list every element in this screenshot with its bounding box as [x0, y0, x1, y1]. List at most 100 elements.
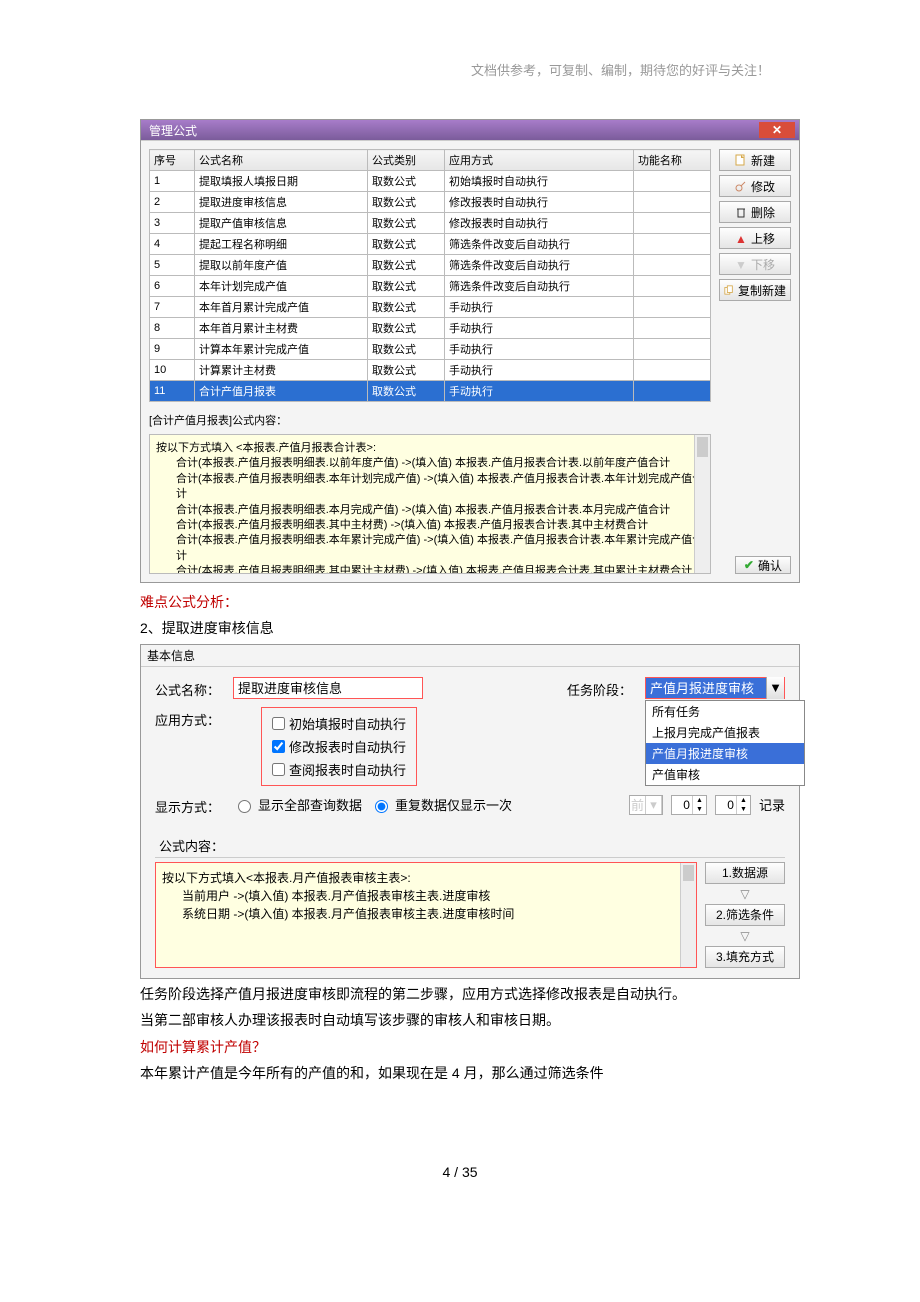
table-cell: 取数公式	[367, 192, 444, 213]
table-cell	[633, 171, 710, 192]
table-cell: 提取填报人填报日期	[195, 171, 368, 192]
combo-option[interactable]: 上报月完成产值报表	[646, 722, 804, 743]
table-row[interactable]: 3提取产值审核信息取数公式修改报表时自动执行	[150, 213, 711, 234]
table-cell: 1	[150, 171, 195, 192]
table-row[interactable]: 7本年首月累计完成产值取数公式手动执行	[150, 297, 711, 318]
table-cell: 3	[150, 213, 195, 234]
scrollbar[interactable]	[680, 863, 696, 967]
table-cell: 手动执行	[445, 339, 634, 360]
checkbox[interactable]	[272, 740, 285, 753]
table-cell: 手动执行	[445, 297, 634, 318]
arrow-down-icon: ▽	[740, 930, 749, 942]
table-cell: 本年首月累计完成产值	[195, 297, 368, 318]
table-row[interactable]: 2提取进度审核信息取数公式修改报表时自动执行	[150, 192, 711, 213]
detail-intro: 按以下方式填入 <本报表.产值月报表合计表>:	[156, 441, 704, 456]
table-cell	[633, 213, 710, 234]
apply-mode-check[interactable]: 查阅报表时自动执行	[272, 758, 406, 781]
apply-mode-check[interactable]: 修改报表时自动执行	[272, 735, 406, 758]
prefix-label: 前	[630, 796, 646, 814]
manage-formula-window: 管理公式 ✕ 序号公式名称公式类别应用方式功能名称 1提取填报人填报日期取数公式…	[140, 119, 800, 583]
filter-label: 2.筛选条件	[716, 906, 774, 923]
calc-body: 本年累计产值是今年所有的产值的和，如果现在是 4 月，那么通过筛选条件	[140, 1062, 780, 1084]
formula-name-input[interactable]	[233, 677, 423, 699]
checkbox[interactable]	[272, 717, 285, 730]
table-cell: 5	[150, 255, 195, 276]
page-footer: 4 / 35	[140, 1164, 780, 1180]
combo-option[interactable]: 产值月报进度审核	[646, 743, 804, 764]
up-label: 上移	[751, 230, 775, 247]
column-header[interactable]: 序号	[150, 150, 195, 171]
table-cell: 提取进度审核信息	[195, 192, 368, 213]
move-up-button[interactable]: ▲ 上移	[719, 227, 791, 249]
copy-icon	[724, 284, 734, 296]
table-cell: 取数公式	[367, 171, 444, 192]
scrollbar[interactable]	[694, 435, 710, 573]
combo-option[interactable]: 所有任务	[646, 701, 804, 722]
table-row[interactable]: 11合计产值月报表取数公式手动执行	[150, 381, 711, 402]
up-icon[interactable]: ▲	[693, 796, 706, 805]
table-row[interactable]: 10计算累计主材费取数公式手动执行	[150, 360, 711, 381]
radio2-label: 重复数据仅显示一次	[395, 795, 512, 814]
new-button[interactable]: 新建	[719, 149, 791, 171]
table-cell	[633, 381, 710, 402]
chevron-down-icon[interactable]: ▼	[766, 677, 784, 699]
table-cell: 9	[150, 339, 195, 360]
fill-mode-button[interactable]: 3.填充方式	[705, 946, 785, 968]
display-all-radio[interactable]: 显示全部查询数据	[233, 795, 362, 814]
record-suffix: 记录	[759, 795, 785, 814]
panel-title: 基本信息	[141, 645, 799, 667]
data-source-button[interactable]: 1.数据源	[705, 862, 785, 884]
table-cell: 本年计划完成产值	[195, 276, 368, 297]
edit-button[interactable]: 修改	[719, 175, 791, 197]
table-cell	[633, 276, 710, 297]
delete-button[interactable]: 删除	[719, 201, 791, 223]
table-row[interactable]: 6本年计划完成产值取数公式筛选条件改变后自动执行	[150, 276, 711, 297]
table-cell: 计算累计主材费	[195, 360, 368, 381]
table-cell	[633, 318, 710, 339]
down-icon[interactable]: ▼	[693, 805, 706, 814]
down-icon[interactable]: ▼	[737, 805, 750, 814]
table-row[interactable]: 4提起工程名称明细取数公式筛选条件改变后自动执行	[150, 234, 711, 255]
table-row[interactable]: 5提取以前年度产值取数公式筛选条件改变后自动执行	[150, 255, 711, 276]
table-cell: 取数公式	[367, 339, 444, 360]
prefix-spinner[interactable]: 前 ▾	[629, 795, 663, 815]
close-icon[interactable]: ✕	[759, 122, 795, 138]
new-icon	[735, 154, 747, 166]
checkbox-label: 修改报表时自动执行	[289, 737, 406, 756]
arrow-down-icon: ▽	[740, 888, 749, 900]
table-cell	[633, 192, 710, 213]
table-row[interactable]: 1提取填报人填报日期取数公式初始填报时自动执行	[150, 171, 711, 192]
basic-info-panel: 基本信息 公式名称： 任务阶段： 产值月报进度审核 ▼ 所有任务上报月完成产值报…	[140, 644, 800, 979]
up-icon[interactable]: ▲	[737, 796, 750, 805]
table-cell: 取数公式	[367, 255, 444, 276]
table-cell: 提起工程名称明细	[195, 234, 368, 255]
combo-option[interactable]: 产值审核	[646, 764, 804, 785]
formula-name-label: 公式名称：	[155, 677, 225, 699]
count1-input[interactable]	[672, 798, 692, 812]
formula-table[interactable]: 序号公式名称公式类别应用方式功能名称 1提取填报人填报日期取数公式初始填报时自动…	[149, 149, 711, 402]
table-cell: 取数公式	[367, 234, 444, 255]
header-note: 文档供参考，可复制、编制，期待您的好评与关注！	[140, 60, 780, 79]
task-stage-combo[interactable]: 产值月报进度审核 ▼ 所有任务上报月完成产值报表产值月报进度审核产值审核	[645, 677, 785, 699]
count1-spinner[interactable]: ▲▼	[671, 795, 707, 815]
column-header[interactable]: 功能名称	[633, 150, 710, 171]
check-icon: ✔	[744, 558, 754, 572]
copy-new-button[interactable]: 复制新建	[719, 279, 791, 301]
column-header[interactable]: 应用方式	[445, 150, 634, 171]
table-cell: 取数公式	[367, 297, 444, 318]
confirm-button[interactable]: ✔ 确认	[735, 556, 791, 574]
down-label: 下移	[751, 256, 775, 273]
task-stage-dropdown[interactable]: 所有任务上报月完成产值报表产值月报进度审核产值审核	[645, 700, 805, 786]
count2-spinner[interactable]: ▲▼	[715, 795, 751, 815]
table-row[interactable]: 9计算本年累计完成产值取数公式手动执行	[150, 339, 711, 360]
checkbox[interactable]	[272, 763, 285, 776]
table-row[interactable]: 8本年首月累计主材费取数公式手动执行	[150, 318, 711, 339]
apply-mode-check[interactable]: 初始填报时自动执行	[272, 712, 406, 735]
filter-button[interactable]: 2.筛选条件	[705, 904, 785, 926]
count2-input[interactable]	[716, 798, 736, 812]
display-dedup-radio[interactable]: 重复数据仅显示一次	[370, 795, 512, 814]
table-cell	[633, 297, 710, 318]
table-cell: 8	[150, 318, 195, 339]
column-header[interactable]: 公式名称	[195, 150, 368, 171]
column-header[interactable]: 公式类别	[367, 150, 444, 171]
